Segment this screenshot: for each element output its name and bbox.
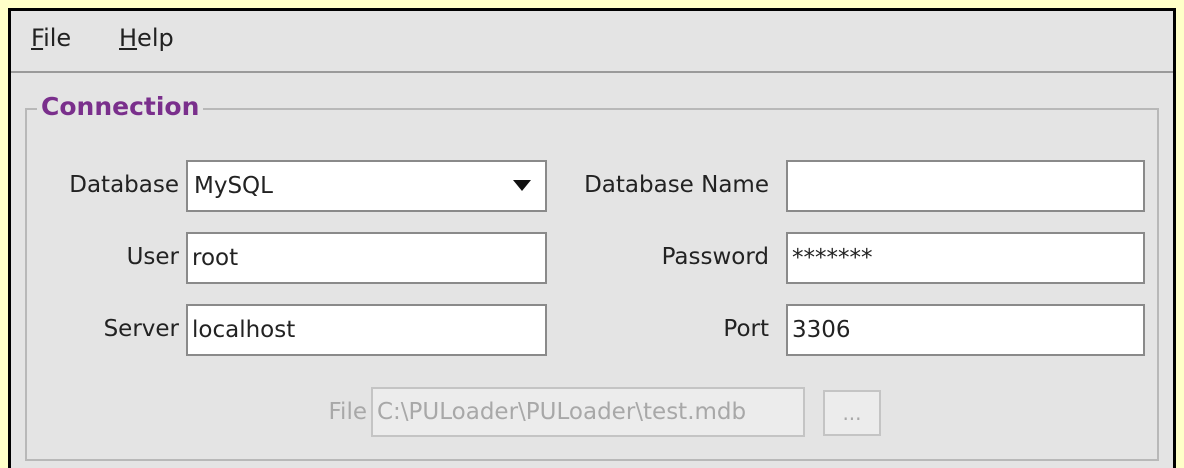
menu-file[interactable]: File: [29, 23, 73, 53]
server-input[interactable]: [186, 304, 547, 356]
user-label: User: [126, 244, 179, 270]
menu-help-label: elp: [137, 24, 174, 52]
menu-file-mnemonic: F: [31, 24, 44, 52]
database-name-label: Database Name: [584, 172, 769, 198]
database-label: Database: [69, 172, 179, 198]
port-input[interactable]: [786, 304, 1145, 356]
file-label: File: [328, 399, 368, 425]
server-label: Server: [103, 316, 179, 342]
menu-bar: File Help: [11, 11, 1173, 73]
user-input[interactable]: [186, 232, 547, 284]
file-path-input[interactable]: [371, 387, 805, 437]
chevron-down-icon[interactable]: [513, 180, 531, 191]
port-label: Port: [723, 316, 769, 342]
database-combo[interactable]: MySQL: [186, 160, 547, 212]
browse-file-button[interactable]: ...: [823, 390, 881, 436]
password-label: Password: [661, 244, 769, 270]
menu-help-mnemonic: H: [119, 24, 138, 52]
password-input[interactable]: [786, 232, 1145, 284]
connection-group-title: Connection: [37, 90, 204, 124]
menu-file-label: ile: [43, 24, 72, 52]
database-combo-value: MySQL: [194, 173, 273, 199]
connection-window: File Help Connection Database MySQL Data…: [8, 8, 1176, 468]
database-name-input[interactable]: [786, 160, 1145, 212]
connection-group: Connection Database MySQL Database Name …: [25, 90, 1159, 461]
menu-help[interactable]: Help: [117, 23, 176, 53]
